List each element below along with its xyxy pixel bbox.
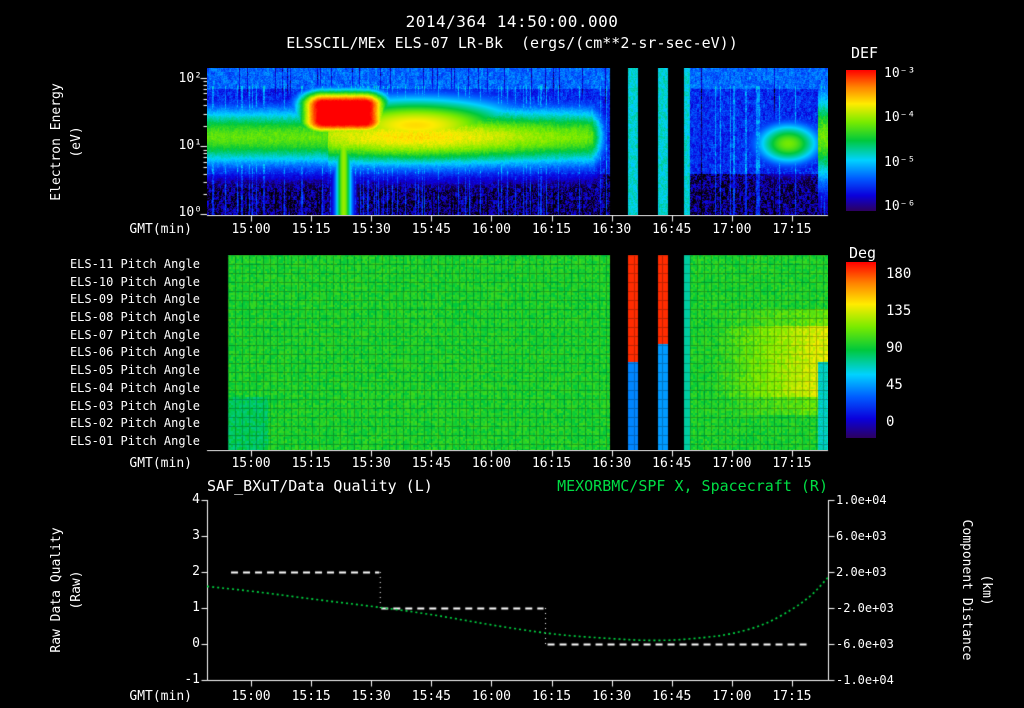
deg-cbar-tick-label: 90 <box>886 340 903 356</box>
left-ytick-label: 3 <box>192 528 200 543</box>
deg-colorbar <box>846 262 876 438</box>
x-tick-label: 15:15 <box>291 456 331 471</box>
spec-ytick-label: 10¹ <box>178 138 202 153</box>
deg-cbar-tick-label: 180 <box>886 266 912 282</box>
x-tick-label: 16:30 <box>592 222 632 237</box>
x-tick-label: 16:00 <box>471 689 512 704</box>
gmt-axis-label: GMT(min) <box>129 689 192 704</box>
x-tick-label: 17:00 <box>712 456 752 471</box>
deg-cbar-tick-label: 135 <box>886 303 912 319</box>
timeseries-plot <box>207 500 828 681</box>
right-ytick-label: 1.0e+04 <box>836 493 887 507</box>
spec-ytick-label: 10⁰ <box>178 205 202 220</box>
x-tick-label: 17:15 <box>772 689 812 704</box>
x-tick-label: 15:45 <box>411 456 451 471</box>
right-ytick-label: 2.0e+03 <box>836 565 887 579</box>
x-tick-label: 15:30 <box>351 456 391 471</box>
x-tick-label: 16:15 <box>531 689 572 704</box>
def-cbar-tick-label: 10⁻⁴ <box>884 110 916 125</box>
spec-ytick-label: 10² <box>178 71 202 86</box>
pitch-angle-heatmap <box>207 255 828 450</box>
raw-units-label: (Raw) <box>69 570 84 610</box>
left-ytick-label: 0 <box>192 636 200 651</box>
instrument-label: ELSSCIL/MEx ELS-07 LR-Bk <box>286 34 503 52</box>
pitch-row-label: ELS-03 Pitch Angle <box>69 398 200 413</box>
x-tick-label: 16:30 <box>592 689 632 704</box>
gmt-axis-label: GMT(min) <box>129 456 192 471</box>
x-tick-label: 15:15 <box>291 222 331 237</box>
left-ytick-label: -1 <box>184 672 200 687</box>
x-tick-label: 15:30 <box>351 222 391 237</box>
x-tick-label: 16:45 <box>652 456 692 471</box>
def-cbar-tick-label: 10⁻³ <box>884 66 916 81</box>
electron-energy-spectrogram <box>207 68 828 215</box>
def-cbar-tick-label: 10⁻⁵ <box>884 155 916 170</box>
right-ytick-label: -2.0e+03 <box>836 601 894 615</box>
def-cbar-tick-label: 10⁻⁶ <box>884 199 916 214</box>
left-ytick-label: 2 <box>192 564 200 579</box>
x-tick-label: 16:15 <box>531 456 572 471</box>
deg-cbar-tick-label: 0 <box>886 414 895 430</box>
x-tick-label: 16:00 <box>471 222 512 237</box>
x-tick-label: 16:15 <box>531 222 572 237</box>
def-colorbar <box>846 70 876 211</box>
x-tick-label: 17:00 <box>712 689 752 704</box>
x-tick-label: 15:00 <box>231 222 271 237</box>
pitch-row-label: ELS-08 Pitch Angle <box>69 310 200 325</box>
component-distance-axis-label: Component Distance <box>959 519 974 661</box>
x-tick-label: 15:45 <box>411 689 451 704</box>
flux-units-label: (ergs/(cm**2-sr-sec-eV)) <box>521 34 738 52</box>
deg-cbar-tick-label: 45 <box>886 377 903 393</box>
spacecraft-right-title: MEXORBMC/SPF X, Spacecraft (R) <box>557 477 828 495</box>
pitch-row-label: ELS-11 Pitch Angle <box>69 256 200 271</box>
ev-units-label: (eV) <box>69 126 84 158</box>
pitch-row-label: ELS-10 Pitch Angle <box>69 274 200 289</box>
pitch-row-label: ELS-07 Pitch Angle <box>69 327 200 342</box>
pitch-row-label: ELS-02 Pitch Angle <box>69 416 200 431</box>
left-ytick-label: 4 <box>192 492 200 507</box>
pitch-row-label: ELS-01 Pitch Angle <box>69 434 200 449</box>
quality-left-title: SAF_BXuT/Data Quality (L) <box>207 477 433 495</box>
plot-page: 2014/364 14:50:00.000 ELSSCIL/MEx ELS-07… <box>0 0 1024 708</box>
x-tick-label: 15:15 <box>291 689 331 704</box>
pitch-row-label: ELS-06 Pitch Angle <box>69 345 200 360</box>
electron-energy-axis-label: Electron Energy <box>49 83 64 201</box>
x-tick-label: 15:45 <box>411 222 451 237</box>
right-ytick-label: -1.0e+04 <box>836 673 894 687</box>
pitch-row-label: ELS-05 Pitch Angle <box>69 363 200 378</box>
timestamp-title: 2014/364 14:50:00.000 <box>405 12 619 31</box>
right-ytick-label: 6.0e+03 <box>836 529 887 543</box>
x-tick-label: 15:00 <box>231 689 271 704</box>
pitch-row-label: ELS-04 Pitch Angle <box>69 380 200 395</box>
km-units-label: (km) <box>979 574 994 606</box>
x-tick-label: 15:30 <box>351 689 391 704</box>
x-tick-label: 17:00 <box>712 222 752 237</box>
def-colorbar-title: DEF <box>851 44 879 62</box>
x-tick-label: 16:00 <box>471 456 512 471</box>
x-tick-label: 16:45 <box>652 222 692 237</box>
pitch-row-label: ELS-09 Pitch Angle <box>69 292 200 307</box>
x-tick-label: 17:15 <box>772 456 812 471</box>
left-ytick-label: 1 <box>192 600 200 615</box>
raw-quality-axis-label: Raw Data Quality <box>49 527 64 653</box>
deg-colorbar-title: Deg <box>849 244 877 262</box>
right-ytick-label: -6.0e+03 <box>836 637 894 651</box>
gmt-axis-label: GMT(min) <box>129 222 192 237</box>
x-tick-label: 16:45 <box>652 689 692 704</box>
x-tick-label: 17:15 <box>772 222 812 237</box>
x-tick-label: 15:00 <box>231 456 271 471</box>
x-tick-label: 16:30 <box>592 456 632 471</box>
